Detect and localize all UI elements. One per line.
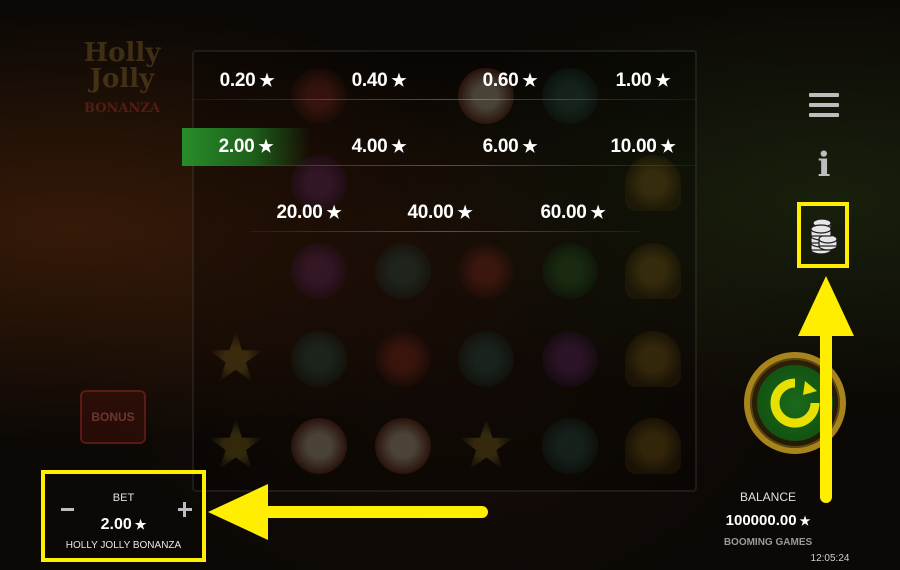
star-icon: ★ bbox=[522, 137, 538, 156]
clock: 12:05:24 bbox=[810, 553, 850, 564]
increase-bet-button[interactable] bbox=[178, 502, 194, 518]
bet-option-value: 0.40 bbox=[351, 70, 388, 91]
bet-option-value: 2.00 bbox=[218, 136, 255, 157]
balance-label: BALANCE bbox=[739, 490, 797, 504]
star-icon: ★ bbox=[655, 71, 671, 90]
star-icon: ★ bbox=[660, 137, 676, 156]
balance-value: 100000.00 ★ bbox=[725, 512, 811, 529]
star-icon: ★ bbox=[258, 137, 274, 156]
bet-option-value: 4.00 bbox=[351, 136, 388, 157]
bet-option-1-00[interactable]: 1.00 ★ bbox=[596, 62, 690, 100]
bet-settings-highlight bbox=[797, 202, 849, 268]
star-icon: ★ bbox=[391, 71, 407, 90]
bet-panel: BET 2.00 ★ HOLLY JOLLY BONANZA bbox=[41, 470, 206, 562]
bet-option-0-40[interactable]: 0.40 ★ bbox=[332, 62, 426, 100]
bet-option-value: 1.00 bbox=[615, 70, 652, 91]
bet-option-value: 60.00 bbox=[540, 202, 587, 223]
bet-option-value: 0.60 bbox=[482, 70, 519, 91]
star-icon: ★ bbox=[391, 137, 407, 156]
bet-option-10-00[interactable]: 10.00 ★ bbox=[596, 128, 690, 166]
star-icon: ★ bbox=[522, 71, 538, 90]
coin-stack-icon[interactable] bbox=[809, 214, 839, 256]
bet-option-value: 6.00 bbox=[482, 136, 519, 157]
info-icon[interactable]: i bbox=[814, 146, 834, 184]
spin-button[interactable] bbox=[744, 352, 846, 454]
star-icon: ★ bbox=[326, 203, 342, 222]
star-icon: ★ bbox=[590, 203, 606, 222]
star-icon: ★ bbox=[457, 203, 473, 222]
bet-option-value: 20.00 bbox=[276, 202, 323, 223]
bet-option-6-00[interactable]: 6.00 ★ bbox=[463, 128, 557, 166]
bet-option-40-00[interactable]: 40.00 ★ bbox=[393, 194, 487, 232]
bet-option-0-20[interactable]: 0.20 ★ bbox=[200, 62, 294, 100]
hamburger-menu-icon[interactable] bbox=[809, 93, 839, 119]
bet-option-0-60[interactable]: 0.60 ★ bbox=[463, 62, 557, 100]
spin-arrow-icon bbox=[757, 365, 833, 441]
brand-logo: BOOMING GAMES bbox=[723, 537, 813, 548]
bet-option-60-00[interactable]: 60.00 ★ bbox=[526, 194, 620, 232]
bet-option-value: 0.20 bbox=[219, 70, 256, 91]
bet-option-20-00[interactable]: 20.00 ★ bbox=[262, 194, 356, 232]
star-icon: ★ bbox=[259, 71, 275, 90]
game-name: HOLLY JOLLY BONANZA bbox=[65, 540, 182, 551]
bet-option-4-00[interactable]: 4.00 ★ bbox=[332, 128, 426, 166]
bet-option-value: 40.00 bbox=[407, 202, 454, 223]
decrease-bet-button[interactable] bbox=[61, 502, 75, 516]
bet-value: 2.00 ★ bbox=[100, 516, 147, 533]
bet-option-value: 10.00 bbox=[610, 136, 657, 157]
bet-option-2-00[interactable]: 2.00 ★ bbox=[182, 128, 310, 166]
